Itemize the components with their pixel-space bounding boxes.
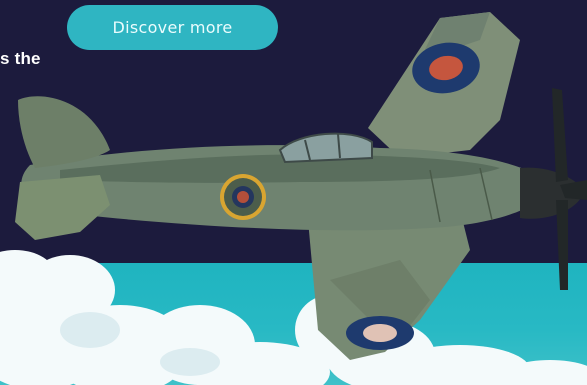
hero-banner: s the Discover more [0, 0, 587, 385]
headline-text: s the [0, 49, 41, 68]
discover-more-button[interactable]: Discover more [67, 5, 278, 50]
aircraft-image [15, 12, 587, 360]
